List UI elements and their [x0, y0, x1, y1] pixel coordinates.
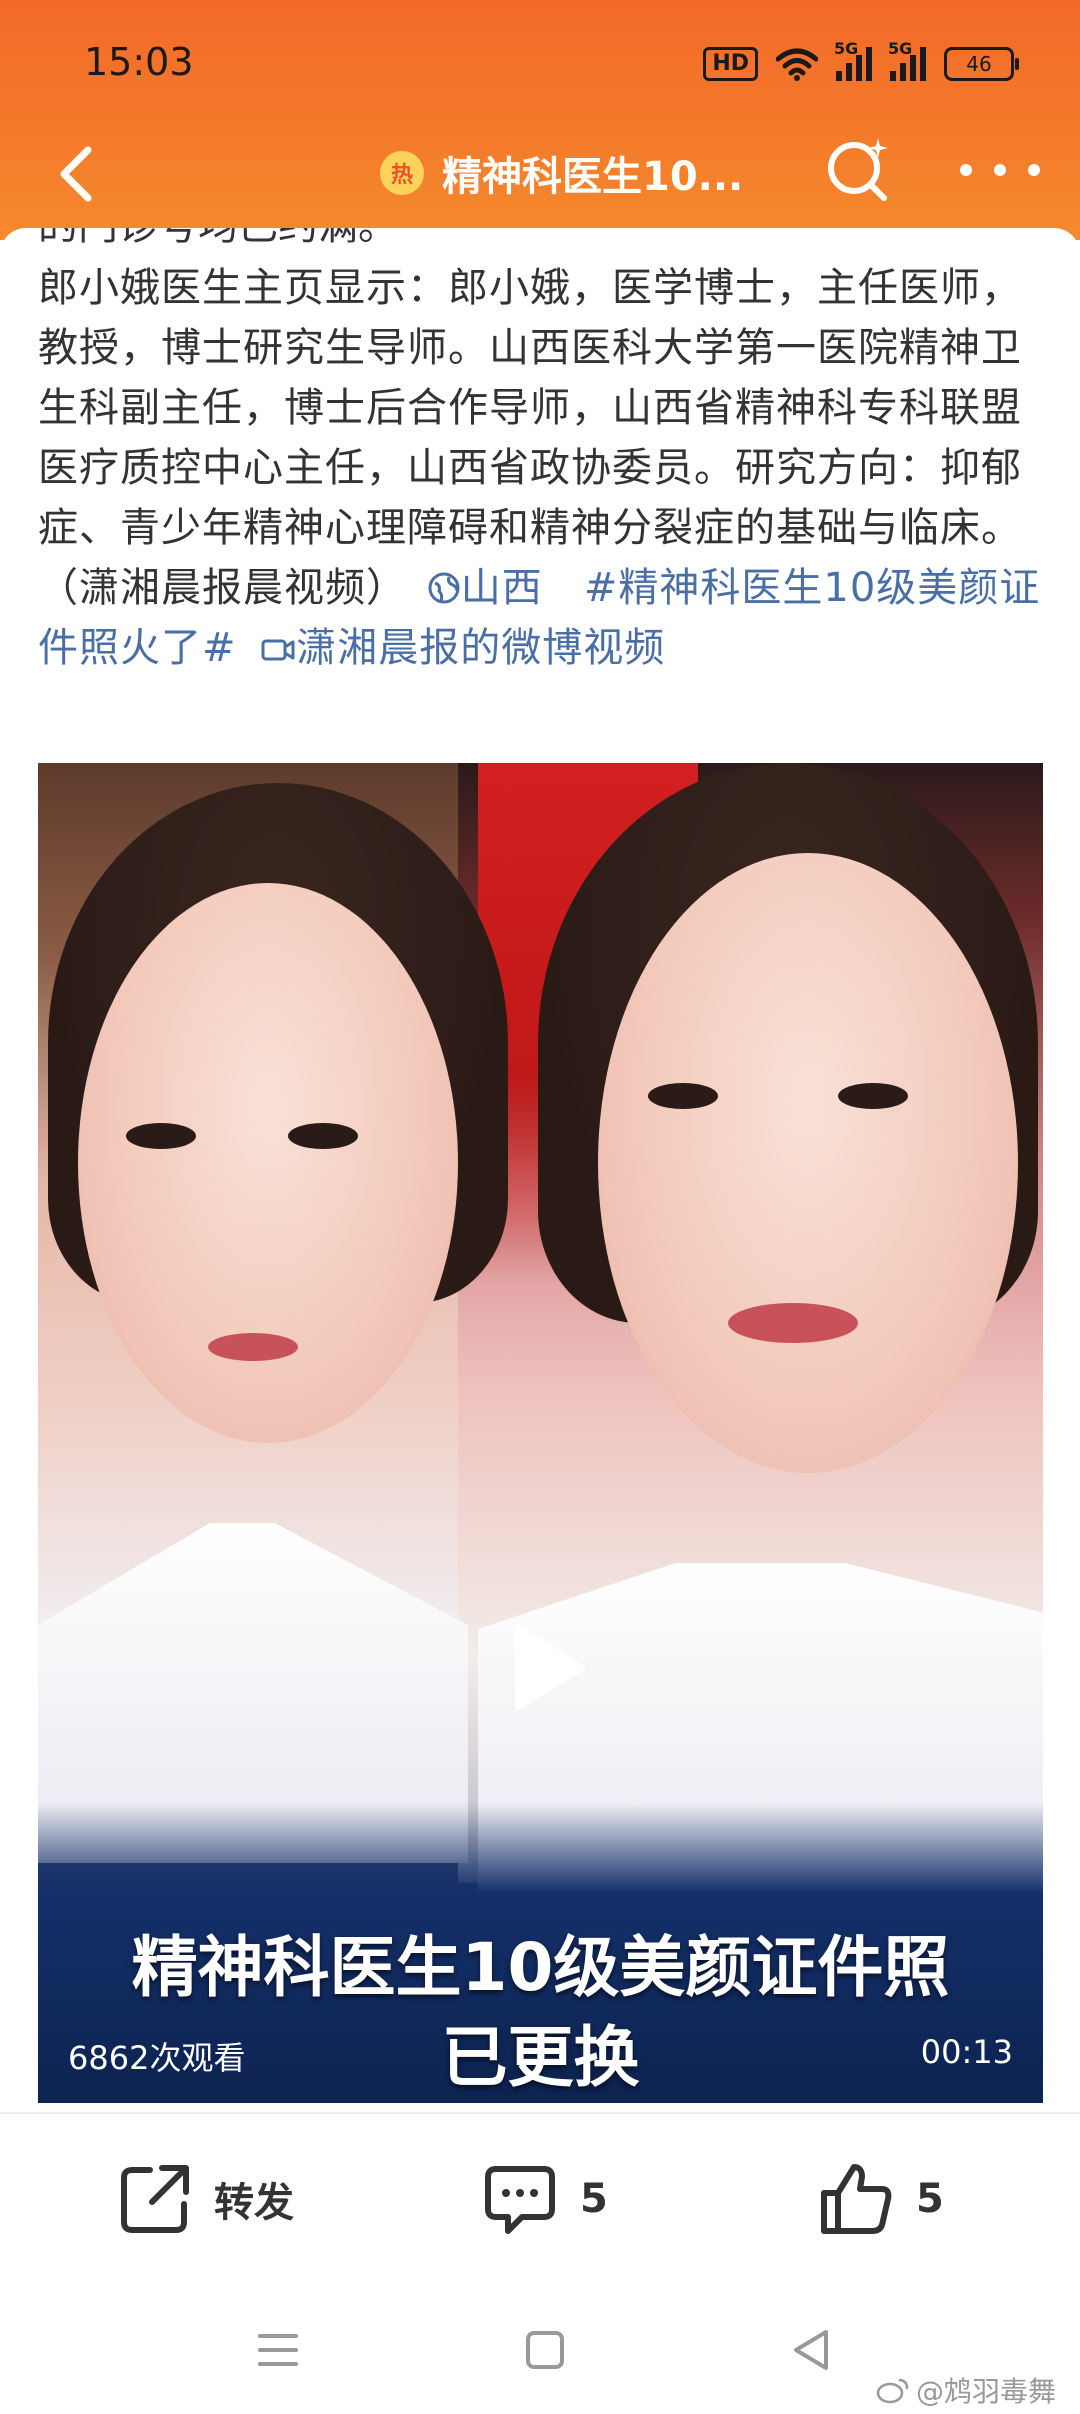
- post-paragraph: 郎小娥医生主页显示：郎小娥，医学博士，主任医师，教授，博士研究生导师。山西医科大…: [38, 258, 1048, 678]
- location-label: 山西: [460, 565, 543, 611]
- search-icon: [828, 138, 888, 201]
- post-body: 的门诊号均已约满。 郎小娥医生主页显示：郎小娥，医学博士，主任医师，教授，博士研…: [38, 228, 1048, 678]
- hot-topic-icon: 热: [380, 151, 424, 195]
- face-right: [598, 853, 1018, 1473]
- eye-right-2: [838, 1083, 908, 1109]
- lips-left: [208, 1333, 298, 1361]
- repost-label: 转发: [214, 2180, 294, 2226]
- eye-right-1: [648, 1083, 718, 1109]
- video-source-label: 潇湘晨报的微博视频: [296, 625, 666, 671]
- video-source-link[interactable]: 潇湘晨报的微博视频: [250, 625, 665, 671]
- video-view-count: 6862次观看: [68, 2039, 246, 2077]
- dot-icon: [994, 164, 1006, 176]
- like-button[interactable]: 5: [816, 2154, 944, 2244]
- eye-left-1: [126, 1123, 196, 1149]
- back-button[interactable]: [36, 134, 116, 214]
- play-icon[interactable]: [508, 1623, 588, 1713]
- lips-right: [728, 1303, 858, 1343]
- video-caption-line-1: 精神科医生10级美颜证件照: [131, 1929, 950, 2006]
- watermark-text: @鸩羽毒舞: [915, 2375, 1056, 2408]
- page-title: 精神科医生10...: [442, 154, 744, 200]
- comment-count: 5: [580, 2176, 608, 2222]
- back-triangle-icon[interactable]: [782, 2320, 842, 2380]
- more-options-button[interactable]: [960, 150, 1040, 190]
- video-duration: 00:13: [920, 2033, 1013, 2071]
- location-tag[interactable]: 山西: [421, 565, 557, 611]
- eye-left-2: [288, 1123, 358, 1149]
- status-time: 15:03: [84, 40, 194, 84]
- chevron-left-icon: [60, 146, 92, 202]
- wifi-icon: [776, 48, 818, 81]
- battery-icon: 46: [944, 47, 1019, 81]
- action-bar: 转发 5 5: [0, 2112, 1080, 2284]
- signal-5g-icon-2: 5G: [888, 39, 926, 81]
- nav-title-group: 热 精神科医生10...: [380, 138, 743, 208]
- post-text: 郎小娥医生主页显示：郎小娥，医学博士，主任医师，教授，博士研究生导师。山西医科大…: [38, 265, 1022, 611]
- dot-icon: [1028, 164, 1040, 176]
- video-camera-icon: [261, 639, 295, 661]
- search-button[interactable]: [820, 132, 896, 208]
- globe-location-icon: [428, 572, 460, 604]
- weibo-watermark: @鸩羽毒舞: [876, 2370, 1056, 2410]
- comment-button[interactable]: 5: [480, 2154, 608, 2244]
- home-icon[interactable]: [515, 2320, 575, 2380]
- comment-icon: [485, 2166, 555, 2234]
- repost-button[interactable]: 转发: [116, 2154, 294, 2244]
- status-bar: 15:03 HD 5G 5G 46: [0, 0, 1080, 130]
- video-player[interactable]: 精神科医生10级美颜证件照 已更换 6862次观看 00:13: [38, 763, 1043, 2103]
- clipped-text-line: 的门诊号均已约满。: [38, 228, 1048, 258]
- content-card: 的门诊号均已约满。 郎小娥医生主页显示：郎小娥，医学博士，主任医师，教授，博士研…: [0, 228, 1080, 2108]
- nav-bar: 热 精神科医生10...: [0, 120, 1080, 220]
- signal-5g-icon-1: 5G: [834, 39, 872, 81]
- thumbs-up-icon: [821, 2164, 892, 2234]
- hd-icon: HD: [703, 47, 758, 81]
- like-count: 5: [916, 2176, 944, 2222]
- menu-icon[interactable]: [248, 2320, 308, 2380]
- weibo-logo-icon: [876, 2378, 909, 2404]
- dot-icon: [960, 164, 972, 176]
- status-icons: HD 5G 5G 46: [703, 39, 1019, 84]
- share-icon: [121, 2165, 189, 2233]
